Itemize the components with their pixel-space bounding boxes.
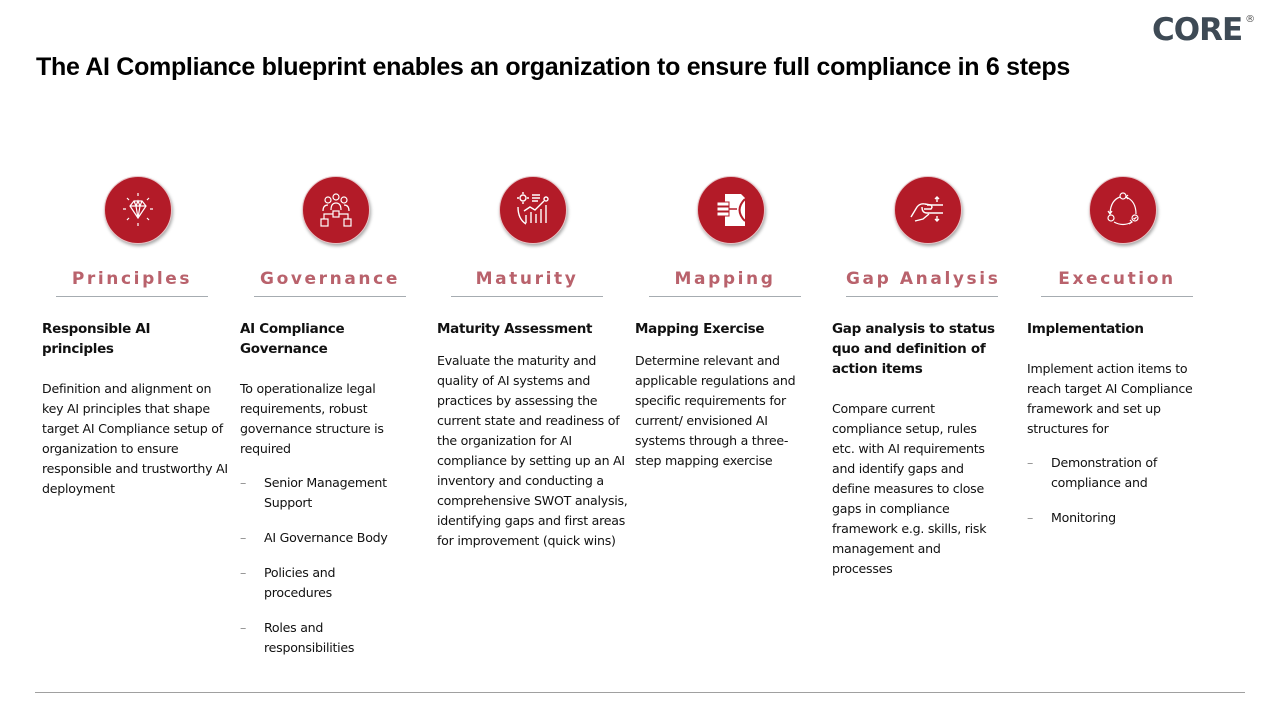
diamond-icon xyxy=(104,176,172,244)
step-description: Compare current compliance setup, rules … xyxy=(832,401,987,576)
registered-mark: ® xyxy=(1245,14,1255,25)
label-divider xyxy=(649,296,801,297)
step-heading: Gap analysis to status quo and definitio… xyxy=(832,321,995,377)
dash-icon: – xyxy=(240,475,247,490)
bullet-item: – Policies and procedures xyxy=(240,563,430,603)
step-label: Maturity xyxy=(475,269,579,289)
step-heading: Maturity Assessment xyxy=(437,321,593,337)
dash-icon: – xyxy=(1027,455,1034,470)
step-maturity: Maturity Maturity Assessment Evaluate th… xyxy=(437,176,628,551)
step-principles: Principles Responsible AI principles Def… xyxy=(42,176,232,499)
step-label: Governance xyxy=(260,269,400,289)
bullet-item: – Roles and responsibilities xyxy=(240,618,430,658)
step-description: Definition and alignment on key AI princ… xyxy=(42,381,228,496)
dash-icon: – xyxy=(240,565,247,580)
label-divider xyxy=(451,296,603,297)
step-gap-analysis: Gap Analysis Gap analysis to status quo … xyxy=(832,176,1022,579)
step-heading: AI Compliance Governance xyxy=(240,321,345,357)
hand-gap-icon xyxy=(894,176,962,244)
bullet-item: – Senior Management Support xyxy=(240,473,430,513)
step-label: Gap Analysis xyxy=(846,269,1001,289)
cycle-icon xyxy=(1089,176,1157,244)
step-mapping: Mapping Mapping Exercise Determine relev… xyxy=(635,176,825,471)
bullet-item: – Monitoring xyxy=(1027,508,1217,528)
logo-text: CORE xyxy=(1152,12,1243,48)
label-divider xyxy=(254,296,406,297)
dash-icon: – xyxy=(1027,510,1034,525)
step-governance: Governance AI Compliance Governance To o… xyxy=(240,176,430,673)
dash-icon: – xyxy=(240,620,247,635)
step-heading: Implementation xyxy=(1027,321,1144,337)
footer-divider xyxy=(35,692,1245,693)
step-execution: Execution Implementation Implement actio… xyxy=(1027,176,1217,543)
label-divider xyxy=(56,296,208,297)
bullet-item: – AI Governance Body xyxy=(240,528,430,548)
core-logo: CORE ® xyxy=(1152,12,1255,48)
label-divider xyxy=(846,296,998,297)
step-label: Mapping xyxy=(674,269,776,289)
mapping-icon xyxy=(697,176,765,244)
step-heading: Responsible AI principles xyxy=(42,321,151,357)
label-divider xyxy=(1041,296,1193,297)
page-title: The AI Compliance blueprint enables an o… xyxy=(36,53,1070,81)
bullet-item: – Demonstration of compliance and xyxy=(1027,453,1217,493)
step-description: To operationalize legal requirements, ro… xyxy=(240,381,384,456)
step-description: Evaluate the maturity and quality of AI … xyxy=(437,353,628,548)
step-description: Determine relevant and applicable regula… xyxy=(635,353,796,468)
step-description: Implement action items to reach target A… xyxy=(1027,361,1193,436)
step-heading: Mapping Exercise xyxy=(635,321,765,337)
bullet-list: – Demonstration of compliance and – Monito… xyxy=(1027,453,1217,528)
org-structure-icon xyxy=(302,176,370,244)
step-label: Execution xyxy=(1058,269,1176,289)
bullet-list: – Senior Management Support – AI Governanc… xyxy=(240,473,430,658)
analytics-icon xyxy=(499,176,567,244)
dash-icon: – xyxy=(240,530,247,545)
step-label: Principles xyxy=(71,269,193,289)
